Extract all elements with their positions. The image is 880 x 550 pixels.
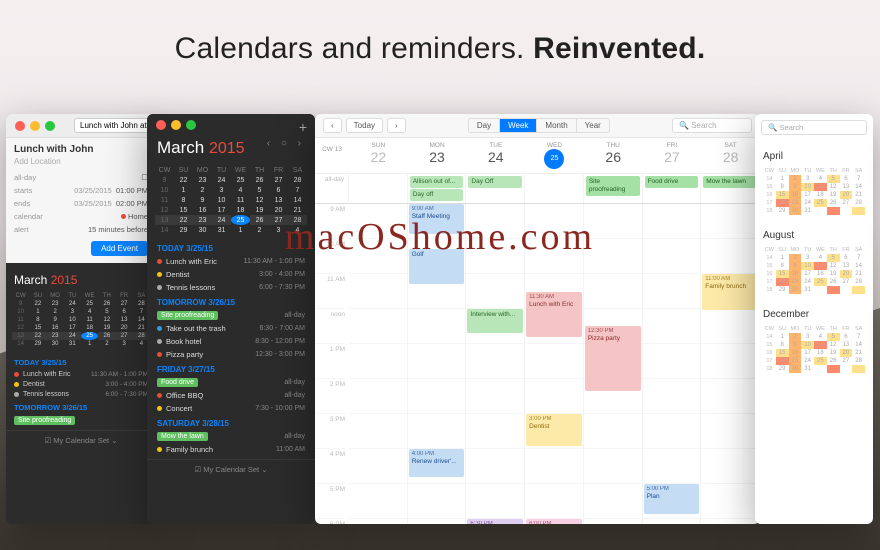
agenda-item[interactable]: Concert7:30 - 10:00 PM [155, 402, 307, 415]
day-header[interactable]: TUE24 [466, 138, 525, 173]
minimize-icon[interactable] [30, 121, 40, 131]
year-month[interactable]: AugustCWSUMOTUWETHFRSA141234567158910111… [755, 220, 873, 299]
agenda-item[interactable]: Family brunch11:00 AM [155, 443, 307, 456]
sidebar-window: + March 2015‹ ○ › CWSUMOTUWETHFRSA922232… [147, 114, 315, 524]
event[interactable]: 6:30 PMDinner with Sue and Alex [467, 519, 523, 524]
day-header[interactable]: MON23 [408, 138, 467, 173]
year-month[interactable]: AprilCWSUMOTUWETHFRSA1412345671589101112… [755, 141, 873, 220]
close-icon[interactable] [15, 121, 25, 131]
calendar-set-selector[interactable]: ☑ My Calendar Set ⌄ [6, 430, 156, 450]
zoom-icon[interactable] [45, 121, 55, 131]
search-input[interactable]: 🔍 Search [761, 120, 867, 135]
agenda-item[interactable]: Pizza party12:30 - 3:00 PM [155, 348, 307, 361]
week-view-window: ‹ Today › DayWeekMonthYear 🔍 Search CW 1… [315, 114, 760, 524]
allday-cell[interactable]: Mow the lawn [701, 174, 760, 203]
event[interactable]: 9:00 AMStaff Meeting [409, 204, 465, 234]
agenda-item[interactable]: Tennis lessons6:00 - 7:30 PM [12, 389, 150, 399]
day-column[interactable]: 11:30 AMLunch with Eric 3:00 PMDentist 6:0… [525, 204, 584, 524]
allday-cell[interactable]: Day Off [466, 174, 525, 203]
minimize-icon[interactable] [171, 120, 181, 130]
day-column[interactable]: Interview with... 6:30 PMDinner with Sue … [466, 204, 525, 524]
agenda-item[interactable]: Mow the lawnall-day [155, 430, 307, 443]
agenda-item[interactable]: Tennis lessons6:00 - 7:30 PM [155, 281, 307, 294]
day-column[interactable] [349, 204, 408, 524]
tagline: Calendars and reminders. Reinvented. [0, 32, 880, 66]
agenda-item[interactable]: Book hotel8:30 - 12:00 PM [155, 335, 307, 348]
allday-cell[interactable] [525, 174, 584, 203]
quick-entry-window: Lunch with John Add Location all-day☐ st… [6, 114, 156, 524]
day-column[interactable]: 11:00 AMFamily brunch [701, 204, 760, 524]
year-month[interactable]: DecemberCWSUMOTUWETHFRSA1412345671589101… [755, 299, 873, 378]
add-button[interactable]: + [299, 119, 307, 135]
event[interactable]: 4:00 PMRenew driver'... [409, 449, 465, 477]
calendar-select[interactable]: Home [121, 212, 148, 221]
event[interactable]: 6:00 PMTennis lessons [526, 519, 582, 524]
view-segment[interactable]: DayWeekMonthYear [468, 118, 610, 133]
agenda-header: TOMORROW 3/26/15 [12, 399, 150, 414]
agenda-item[interactable]: Dentist3:00 - 4:00 PM [12, 379, 150, 389]
mini-calendar[interactable]: CWSUMOTUWETHFRSA922232425262728101234567… [6, 290, 156, 350]
day-header[interactable]: FRI27 [643, 138, 702, 173]
next-button[interactable]: › [387, 118, 406, 133]
location-field[interactable]: Add Location [6, 157, 156, 171]
search-input[interactable]: 🔍 Search [672, 118, 752, 133]
prev-button[interactable]: ‹ [323, 118, 342, 133]
quick-entry-input[interactable] [74, 118, 156, 133]
event-title[interactable]: Lunch with John [6, 138, 156, 157]
event[interactable]: 5:00 PMPlan [644, 484, 700, 514]
agenda-item[interactable]: Office BBQall-day [155, 389, 307, 402]
calendar-set-selector[interactable]: ☑ My Calendar Set ⌄ [147, 459, 315, 479]
allday-cell[interactable] [349, 174, 408, 203]
event[interactable]: Golf [409, 249, 465, 284]
event[interactable]: 3:00 PMDentist [526, 414, 582, 446]
agenda-item[interactable]: Lunch with Eric11:30 AM - 1:00 PM [12, 369, 150, 379]
agenda-item[interactable]: Site proofreading [12, 414, 150, 426]
add-event-button[interactable]: Add Event [91, 241, 148, 256]
event[interactable]: 11:00 AMFamily brunch [702, 274, 758, 310]
year-panel: 🔍 Search AprilCWSUMOTUWETHFRSA1412345671… [755, 114, 873, 524]
agenda-header: TODAY 3/25/15 [12, 354, 150, 369]
alert-select[interactable]: 15 minutes before [88, 225, 148, 234]
allday-cell[interactable]: Site proofreading [584, 174, 643, 203]
day-column[interactable]: 5:00 PMPlan7:30 PMConcert [643, 204, 702, 524]
event[interactable]: 11:30 AMLunch with Eric [526, 292, 582, 337]
day-column[interactable]: 12:30 PMPizza party [584, 204, 643, 524]
allday-cell[interactable]: Food drive [643, 174, 702, 203]
allday-cell[interactable]: Allison out of...Day off [408, 174, 467, 203]
agenda-item[interactable]: Site proofreadingall-day [155, 309, 307, 322]
mini-calendar[interactable]: CWSUMOTUWETHFRSA922232425262728101234567… [147, 163, 315, 237]
agenda-item[interactable]: Take out the trash6:30 - 7:00 AM [155, 322, 307, 335]
event[interactable]: 12:30 PMPizza party [585, 326, 641, 391]
day-header[interactable]: SUN22 [349, 138, 408, 173]
today-button[interactable]: Today [346, 118, 383, 133]
day-header[interactable]: THU26 [584, 138, 643, 173]
agenda-item[interactable]: Dentist3:00 - 4:00 PM [155, 268, 307, 281]
zoom-icon[interactable] [186, 120, 196, 130]
agenda-item[interactable]: Food driveall-day [155, 376, 307, 389]
day-header[interactable]: SAT28 [701, 138, 760, 173]
day-header[interactable]: WED25 [525, 138, 584, 173]
event[interactable]: Interview with... [467, 309, 523, 333]
close-icon[interactable] [156, 120, 166, 130]
agenda-item[interactable]: Lunch with Eric11:30 AM - 1:00 PM [155, 255, 307, 268]
day-column[interactable]: 9:00 AMStaff Meeting Golf 4:00 PMRenew dri… [408, 204, 467, 524]
month-nav[interactable]: ‹ ○ › [267, 138, 305, 149]
